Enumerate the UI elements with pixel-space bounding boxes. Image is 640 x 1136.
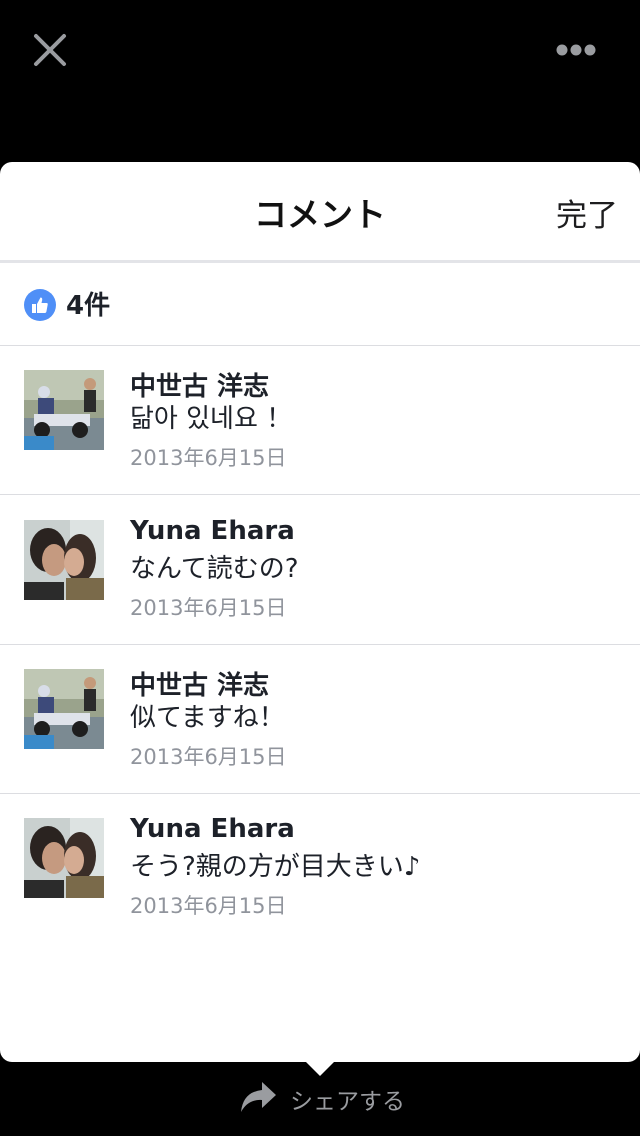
comment-author[interactable]: Yuna Ehara	[130, 516, 295, 546]
comment-date: 2013年6月15日	[130, 446, 287, 470]
avatar[interactable]	[24, 370, 104, 450]
more-options-button[interactable]	[548, 30, 604, 70]
go-kart-photo	[24, 370, 104, 450]
top-bar	[0, 0, 640, 100]
comment-item: Yuna Ehara そう?親の方が目大きい♪ 2013年6月15日	[0, 794, 640, 942]
avatar[interactable]	[24, 669, 104, 749]
go-kart-photo	[24, 669, 104, 749]
like-count: 4件	[66, 291, 111, 321]
comment-text: なんて読むの?	[130, 554, 299, 584]
comment-date: 2013年6月15日	[130, 745, 287, 769]
comment-text: 닮아 있네요 ！	[130, 404, 293, 434]
comment-text: そう?親の方が目大きい♪	[130, 852, 421, 882]
comment-item: 中世古 洋志 닮아 있네요 ！ 2013年6月15日	[0, 346, 640, 495]
done-button[interactable]: 完了	[556, 190, 618, 235]
more-options-icon	[556, 44, 596, 56]
thumbs-up-icon	[24, 289, 56, 321]
sheet-header: コメント 完了	[0, 162, 640, 263]
avatar[interactable]	[24, 818, 104, 898]
comment-date: 2013年6月15日	[130, 894, 287, 918]
share-button[interactable]: シェアする	[236, 1076, 416, 1120]
couple-photo	[24, 818, 104, 898]
comment-item: Yuna Ehara なんて読むの? 2013年6月15日	[0, 496, 640, 645]
likes-row[interactable]: 4件	[0, 263, 640, 346]
close-button[interactable]	[26, 26, 74, 74]
sheet-title: コメント	[254, 195, 386, 234]
comment-text: 似てますね！	[130, 703, 285, 733]
comment-date: 2013年6月15日	[130, 596, 287, 620]
share-arrow-icon	[241, 1082, 276, 1112]
comment-item: 中世古 洋志 似てますね！ 2013年6月15日	[0, 645, 640, 794]
sheet-pointer	[304, 1060, 336, 1076]
close-icon	[34, 34, 66, 66]
share-label: シェアする	[290, 1089, 405, 1115]
avatar[interactable]	[24, 520, 104, 600]
couple-photo	[24, 520, 104, 600]
comments-sheet: コメント 完了 4件 中世古 洋志 닮아 있네요 ！ 2013年6月15日 Yu…	[0, 162, 640, 1062]
comment-author[interactable]: Yuna Ehara	[130, 814, 295, 844]
